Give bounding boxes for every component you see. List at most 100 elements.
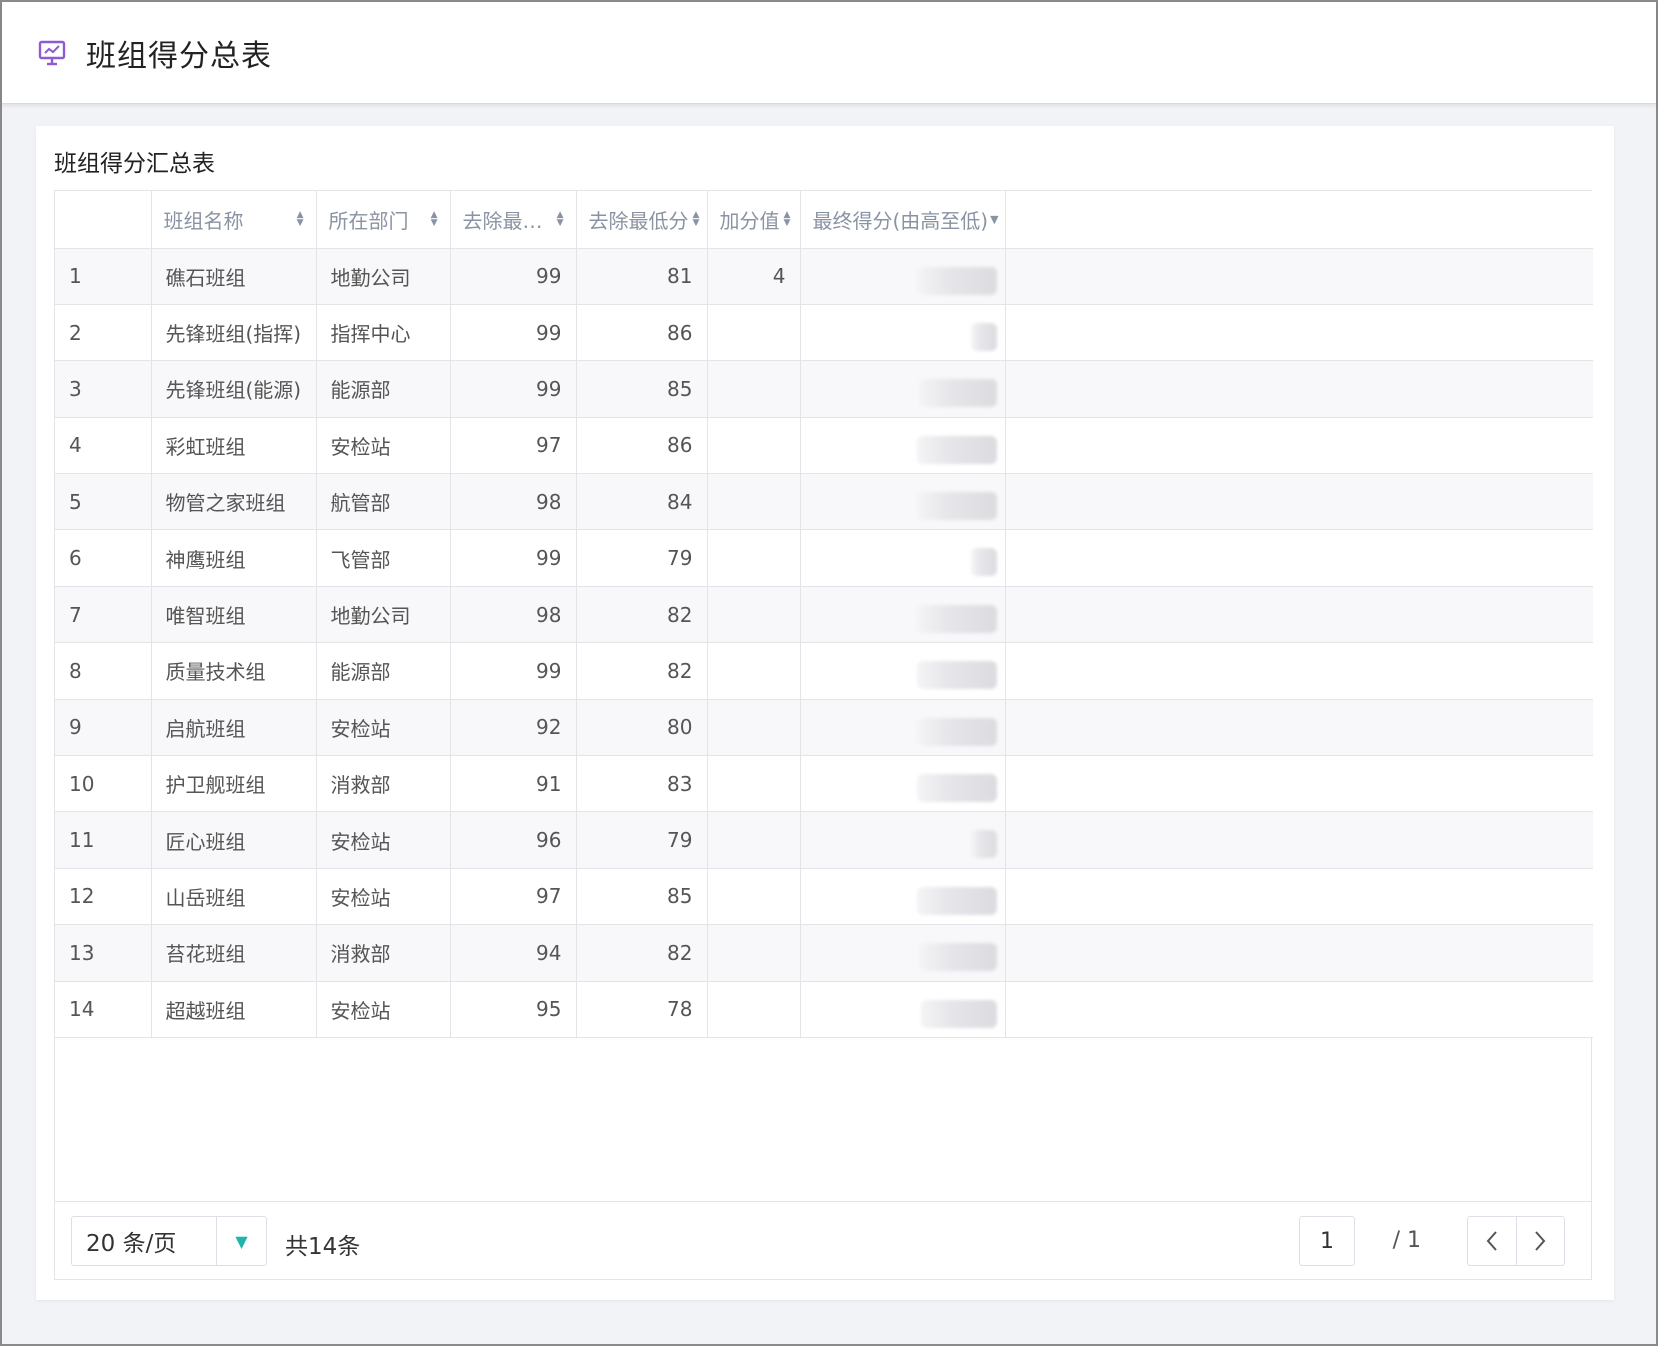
cell-team: 启航班组 — [151, 699, 317, 757]
cell-filler — [1005, 755, 1593, 813]
redacted-block — [916, 717, 997, 746]
column-header-filler — [1005, 191, 1593, 249]
cell-index: 13 — [55, 924, 152, 982]
cell-max: 91 — [450, 755, 577, 813]
cell-index: 12 — [55, 868, 152, 926]
cell-index: 14 — [55, 981, 152, 1038]
column-header-max[interactable]: 去除最… ▲ ▼ — [450, 191, 577, 249]
summary-card: 班组得分汇总表 班组名称 ▲ ▼ 所在部门 ▲ ▼ 去除最… ▲ ▼ 去除最低分… — [36, 126, 1614, 1300]
cell-bonus: 4 — [707, 248, 801, 305]
cell-dept: 能源部 — [316, 642, 451, 700]
table-row[interactable]: 3 先锋班组(能源) 能源部 99 85 — [55, 360, 1593, 418]
cell-min: 83 — [576, 755, 708, 813]
cell-min: 82 — [576, 586, 708, 644]
page-size-select[interactable]: 20 条/页 ▼ — [71, 1216, 267, 1266]
cell-max: 98 — [450, 586, 577, 644]
cell-min: 86 — [576, 304, 708, 362]
redacted-block — [916, 661, 997, 690]
cell-dept: 地勤公司 — [316, 586, 451, 644]
cell-max: 99 — [450, 304, 577, 362]
cell-team: 匠心班组 — [151, 811, 317, 869]
cell-min: 86 — [576, 417, 708, 475]
cell-index: 5 — [55, 473, 152, 531]
caret-down-icon[interactable]: ▼ — [216, 1217, 266, 1265]
cell-min: 82 — [576, 642, 708, 700]
chevron-left-icon[interactable] — [1468, 1217, 1516, 1265]
table-row[interactable]: 10 护卫舰班组 消救部 91 83 — [55, 755, 1593, 813]
redacted-block — [970, 548, 997, 577]
cell-bonus — [707, 586, 801, 644]
column-header-dept[interactable]: 所在部门 ▲ ▼ — [316, 191, 451, 249]
table-row[interactable]: 14 超越班组 安检站 95 78 — [55, 981, 1593, 1038]
page-count: / 1 — [1392, 1228, 1421, 1253]
cell-index: 3 — [55, 360, 152, 418]
cell-filler — [1005, 811, 1593, 869]
redacted-block — [916, 435, 997, 464]
total-count: 共14条 — [285, 1234, 361, 1260]
cell-bonus — [707, 642, 801, 700]
sort-icon[interactable]: ▲ ▼ — [557, 211, 564, 228]
table-row[interactable]: 13 苔花班组 消救部 94 82 — [55, 924, 1593, 982]
table-row[interactable]: 1 礁石班组 地勤公司 99 81 4 — [55, 248, 1593, 305]
cell-final-score-redacted — [800, 811, 1006, 869]
table-row[interactable]: 6 神鹰班组 飞管部 99 79 — [55, 529, 1593, 587]
table-row[interactable]: 4 彩虹班组 安检站 97 86 — [55, 417, 1593, 475]
table-row[interactable]: 11 匠心班组 安检站 96 79 — [55, 811, 1593, 869]
cell-bonus — [707, 360, 801, 418]
cell-min: 82 — [576, 924, 708, 982]
sort-icon[interactable]: ▲ ▼ — [693, 211, 700, 228]
cell-index: 2 — [55, 304, 152, 362]
score-table-container: 班组名称 ▲ ▼ 所在部门 ▲ ▼ 去除最… ▲ ▼ 去除最低分 ▲ ▼ 加分值… — [54, 190, 1593, 1280]
cell-dept: 航管部 — [316, 473, 451, 531]
cell-bonus — [707, 699, 801, 757]
cell-filler — [1005, 360, 1593, 418]
table-row[interactable]: 2 先锋班组(指挥) 指挥中心 99 86 — [55, 304, 1593, 362]
column-header-final[interactable]: 最终得分(由高至低) ▼ — [800, 191, 1006, 249]
table-row[interactable]: 8 质量技术组 能源部 99 82 — [55, 642, 1593, 700]
cell-filler — [1005, 529, 1593, 587]
redacted-block — [916, 492, 997, 521]
cell-max: 97 — [450, 868, 577, 926]
page-title: 班组得分总表 — [86, 38, 272, 74]
cell-bonus — [707, 473, 801, 531]
table-row[interactable]: 5 物管之家班组 航管部 98 84 — [55, 473, 1593, 531]
redacted-block — [970, 322, 997, 351]
cell-final-score-redacted — [800, 417, 1006, 475]
cell-team: 礁石班组 — [151, 248, 317, 305]
cell-team: 物管之家班组 — [151, 473, 317, 531]
cell-team: 先锋班组(指挥) — [151, 304, 317, 362]
sort-icon[interactable]: ▲ ▼ — [297, 211, 304, 228]
cell-filler — [1005, 981, 1593, 1038]
cell-dept: 消救部 — [316, 924, 451, 982]
sort-icon[interactable]: ▲ ▼ — [784, 211, 791, 228]
chevron-right-icon[interactable] — [1515, 1217, 1565, 1265]
cell-dept: 安检站 — [316, 417, 451, 475]
table-header-row: 班组名称 ▲ ▼ 所在部门 ▲ ▼ 去除最… ▲ ▼ 去除最低分 ▲ ▼ 加分值… — [55, 191, 1593, 249]
cell-max: 99 — [450, 529, 577, 587]
column-header-bonus[interactable]: 加分值 ▲ ▼ — [707, 191, 801, 249]
cell-bonus — [707, 304, 801, 362]
page-number-input[interactable]: 1 — [1299, 1216, 1355, 1266]
cell-max: 95 — [450, 981, 577, 1038]
table-row[interactable]: 9 启航班组 安检站 92 80 — [55, 699, 1593, 757]
column-header-team[interactable]: 班组名称 ▲ ▼ — [151, 191, 317, 249]
redacted-block — [918, 379, 997, 408]
table-body: 1 礁石班组 地勤公司 99 81 4 2 先锋班组(指挥) 指挥中心 99 86 3 先锋班组(能源)… — [55, 248, 1593, 1038]
cell-team: 彩虹班组 — [151, 417, 317, 475]
cell-dept: 安检站 — [316, 981, 451, 1038]
cell-max: 98 — [450, 473, 577, 531]
redacted-block — [916, 604, 997, 633]
cell-final-score-redacted — [800, 755, 1006, 813]
cell-index: 8 — [55, 642, 152, 700]
cell-dept: 地勤公司 — [316, 248, 451, 305]
cell-index: 10 — [55, 755, 152, 813]
column-header-min[interactable]: 去除最低分 ▲ ▼ — [576, 191, 708, 249]
cell-index: 11 — [55, 811, 152, 869]
table-row[interactable]: 12 山岳班组 安检站 97 85 — [55, 868, 1593, 926]
cell-team: 护卫舰班组 — [151, 755, 317, 813]
table-row[interactable]: 7 唯智班组 地勤公司 98 82 — [55, 586, 1593, 644]
redacted-block — [916, 886, 997, 915]
sort-desc-icon[interactable]: ▼ — [990, 213, 998, 226]
sort-icon[interactable]: ▲ ▼ — [431, 211, 438, 228]
cell-final-score-redacted — [800, 642, 1006, 700]
